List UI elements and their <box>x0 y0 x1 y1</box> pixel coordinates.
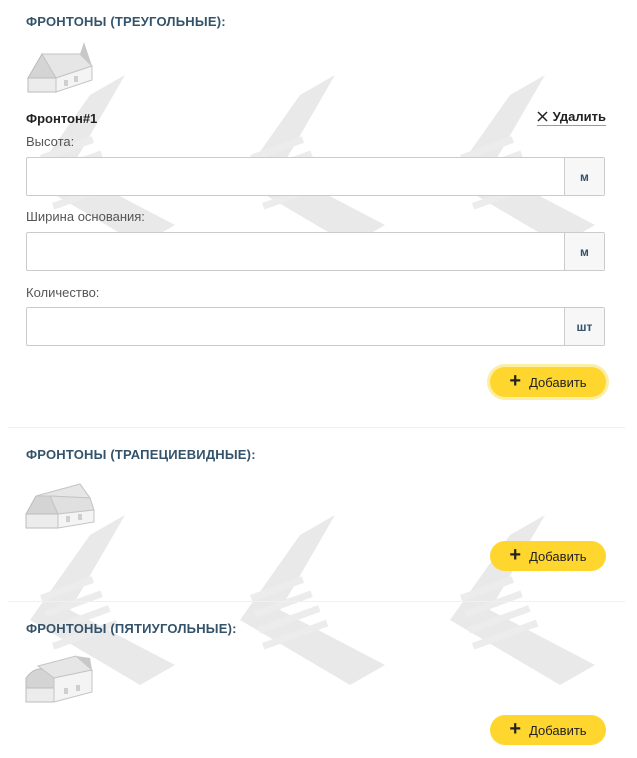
add-label: Добавить <box>529 374 587 390</box>
pentagon-gable-house-icon[interactable] <box>24 650 96 706</box>
plus-icon: + <box>509 370 522 392</box>
add-label: Добавить <box>529 722 587 738</box>
plus-icon: + <box>509 718 522 740</box>
height-label: Высота: <box>26 134 75 149</box>
add-triangular-gable-button[interactable]: + Добавить <box>490 367 606 397</box>
height-field: м <box>26 157 605 196</box>
quantity-label: Количество: <box>26 285 100 300</box>
base-width-field: м <box>26 232 605 271</box>
close-icon <box>537 111 548 122</box>
quantity-unit: шт <box>564 308 604 345</box>
delete-label: Удалить <box>552 109 606 124</box>
triangular-gable-house-icon[interactable] <box>24 40 96 96</box>
add-pentagon-gable-button[interactable]: + Добавить <box>490 715 606 745</box>
section-title: ФРОНТОНЫ (ПЯТИУГОЛЬНЫЕ): <box>26 621 237 636</box>
add-trapezoid-gable-button[interactable]: + Добавить <box>490 541 606 571</box>
base-width-unit: м <box>564 233 604 270</box>
section-pentagon: ФРОНТОНЫ (ПЯТИУГОЛЬНЫЕ): + Добавить <box>0 602 637 758</box>
gable-title: Фронтон#1 <box>26 111 98 126</box>
section-trapezoid: ФРОНТОНЫ (ТРАПЕЦИЕВИДНЫЕ): + Добавить <box>0 428 637 601</box>
section-title: ФРОНТОНЫ (ТРЕУГОЛЬНЫЕ): <box>26 14 226 29</box>
section-triangular: ФРОНТОНЫ (ТРЕУГОЛЬНЫЕ): Фронтон#1 Удалит… <box>0 0 637 428</box>
quantity-input[interactable] <box>27 308 564 345</box>
trapezoid-gable-house-icon[interactable] <box>24 476 96 532</box>
base-width-input[interactable] <box>27 233 564 270</box>
quantity-field: шт <box>26 307 605 346</box>
delete-gable-button[interactable]: Удалить <box>536 109 606 126</box>
plus-icon: + <box>509 544 522 566</box>
add-label: Добавить <box>529 548 587 564</box>
section-title: ФРОНТОНЫ (ТРАПЕЦИЕВИДНЫЕ): <box>26 447 256 462</box>
base-width-label: Ширина основания: <box>26 209 145 224</box>
height-input[interactable] <box>27 158 564 195</box>
height-unit: м <box>564 158 604 195</box>
